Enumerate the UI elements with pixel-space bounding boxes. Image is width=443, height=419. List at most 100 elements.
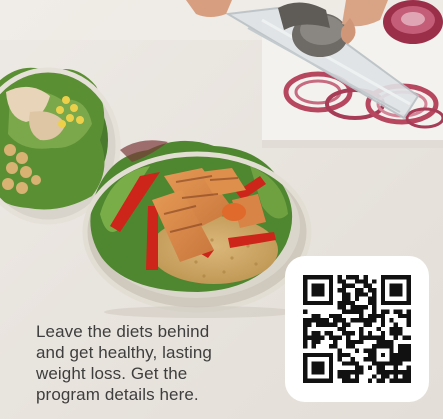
qr-module [307, 300, 312, 306]
qr-module [372, 348, 377, 353]
qr-module [359, 305, 364, 310]
qr-module [350, 331, 355, 336]
qr-module [363, 283, 368, 288]
qr-module [406, 348, 411, 353]
qr-code-icon[interactable] [303, 275, 411, 383]
qr-module [303, 374, 308, 379]
qr-module [393, 287, 399, 293]
qr-module [380, 279, 386, 284]
qr-module [389, 361, 394, 366]
qr-module [346, 352, 351, 358]
qr-module [359, 313, 364, 319]
qr-module [372, 287, 377, 293]
qr-module [380, 313, 386, 319]
qr-module [303, 339, 308, 345]
qr-module [346, 370, 351, 375]
qr-module [354, 309, 360, 314]
qr-module [376, 335, 381, 340]
qr-module [398, 292, 403, 297]
qr-module [354, 296, 360, 301]
qr-module [303, 275, 308, 280]
qr-module [337, 313, 342, 319]
qr-module [354, 365, 360, 371]
qr-module [398, 331, 403, 336]
qr-module [367, 296, 373, 301]
qr-module [389, 378, 394, 383]
qr-module [406, 300, 411, 306]
qr-module [372, 335, 377, 340]
qr-module [341, 322, 347, 327]
qr-module [341, 318, 347, 323]
qr-module [359, 292, 364, 297]
qr-module [324, 352, 329, 358]
qr-module [402, 352, 407, 358]
qr-module [328, 313, 334, 319]
qr-module [398, 300, 403, 306]
qr-module [363, 318, 368, 323]
qr-module [307, 352, 312, 358]
qr-module [346, 339, 351, 345]
qr-module [372, 296, 377, 301]
qr-module [333, 318, 338, 323]
qr-module [363, 279, 368, 284]
qr-module [376, 344, 381, 349]
qr-module [337, 275, 342, 280]
qr-module [324, 275, 329, 280]
qr-module [311, 335, 316, 340]
qr-module [402, 357, 407, 362]
qr-module [363, 305, 368, 310]
qr-module [380, 318, 386, 323]
qr-module [328, 344, 334, 349]
qr-module [315, 365, 321, 371]
qr-module [398, 357, 403, 362]
qr-module [372, 374, 377, 379]
qr-module [311, 313, 316, 319]
qr-module [380, 292, 386, 297]
qr-module [406, 352, 411, 358]
qr-module [315, 322, 321, 327]
qr-module [372, 361, 377, 366]
qr-module [315, 378, 321, 383]
qr-module [406, 374, 411, 379]
qr-module [402, 335, 407, 340]
qr-module [341, 326, 347, 332]
qr-module [328, 287, 334, 293]
qr-module [393, 370, 399, 375]
qr-module [337, 348, 342, 353]
qr-module [337, 335, 342, 340]
qr-module [380, 374, 386, 379]
qr-module [315, 318, 321, 323]
qr-module [337, 326, 342, 332]
qr-module [380, 296, 386, 301]
qr-module [389, 352, 394, 358]
qr-module [315, 335, 321, 340]
qr-module [389, 283, 394, 288]
qr-module [320, 318, 325, 323]
qr-module [333, 322, 338, 327]
qr-module [341, 378, 347, 383]
qr-module [393, 335, 399, 340]
qr-module [303, 279, 308, 284]
qr-module [303, 309, 308, 314]
qr-module [311, 378, 316, 383]
qr-module [398, 348, 403, 353]
qr-module [393, 309, 399, 314]
qr-module [385, 275, 390, 280]
qr-module [328, 374, 334, 379]
qr-module [307, 335, 312, 340]
qr-module [303, 318, 308, 323]
qr-module [406, 275, 411, 280]
qr-module [303, 292, 308, 297]
qr-module [372, 318, 377, 323]
qr-module [372, 292, 377, 297]
qr-module [398, 326, 403, 332]
qr-module [402, 374, 407, 379]
qr-module [389, 344, 394, 349]
qr-module [311, 365, 316, 371]
qr-module [320, 370, 325, 375]
qr-module [398, 344, 403, 349]
qr-module [333, 335, 338, 340]
qr-module [346, 361, 351, 366]
qr-code-card[interactable] [285, 256, 429, 402]
qr-module [303, 283, 308, 288]
